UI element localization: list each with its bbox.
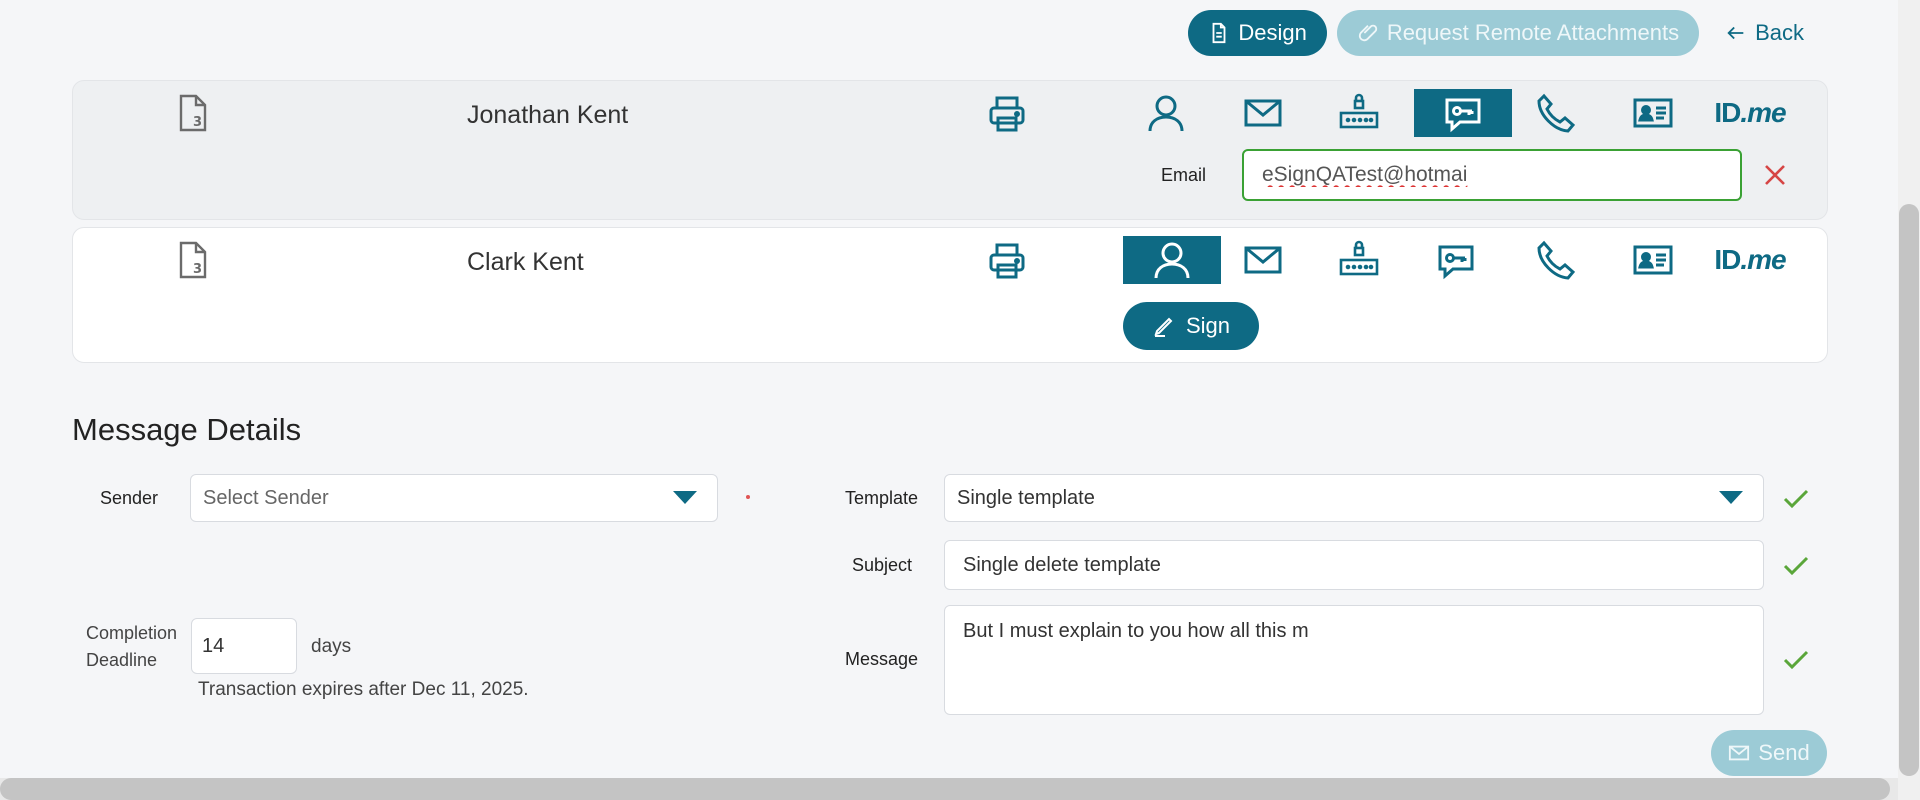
svg-text:3: 3 [193, 262, 202, 277]
design-button[interactable]: Design [1188, 10, 1327, 56]
recipient-card: 3 Clark Kent ID.me Sign [72, 227, 1828, 363]
method-person[interactable] [1117, 89, 1215, 137]
template-select-value: Single template [957, 486, 1095, 509]
method-idme[interactable]: ID.me [1701, 236, 1799, 284]
id-card-icon [1633, 98, 1673, 128]
request-remote-attachments-label: Request Remote Attachments [1386, 20, 1680, 45]
document-number-icon: 3 [179, 241, 207, 279]
recipient-card: 3 Jonathan Kent ID.me Email [72, 80, 1828, 220]
message-textarea-value: But I must explain to you how all this m [963, 620, 1309, 642]
deadline-days-input[interactable]: 14 [191, 618, 297, 674]
method-sms-key[interactable] [1407, 236, 1505, 284]
chevron-down-icon [673, 491, 697, 504]
check-icon [1783, 650, 1809, 670]
method-password[interactable] [1310, 89, 1408, 137]
subject-field-value: Single delete template [963, 553, 1161, 576]
phone-icon [1537, 93, 1576, 133]
envelope-icon [1244, 99, 1282, 127]
svg-text:3: 3 [193, 115, 202, 130]
section-title: Message Details [72, 412, 302, 447]
method-id-card[interactable] [1604, 89, 1702, 137]
person-icon [1154, 242, 1190, 279]
subject-field[interactable]: Single delete template [944, 540, 1764, 590]
method-person[interactable] [1123, 236, 1221, 284]
sign-button-label: Sign [1185, 313, 1231, 338]
message-textarea[interactable]: But I must explain to you how all this m [944, 605, 1764, 715]
envelope-icon [1729, 745, 1750, 761]
message-label: Message [845, 649, 919, 669]
sender-select-value: Select Sender [203, 486, 329, 509]
paperclip-icon [1358, 24, 1377, 42]
back-button[interactable]: Back [1709, 10, 1820, 56]
method-idme[interactable]: ID.me [1701, 89, 1799, 137]
method-phone[interactable] [1507, 236, 1605, 284]
send-button[interactable]: Send [1711, 730, 1827, 776]
phone-icon [1537, 240, 1576, 280]
person-icon [1148, 95, 1184, 132]
sender-label: Sender [100, 488, 159, 508]
back-button-label: Back [1755, 20, 1804, 45]
completion-deadline-label: Completion Deadline [86, 620, 177, 674]
idme-icon: ID.me [1714, 244, 1786, 275]
pen-icon [1154, 317, 1173, 337]
arrow-left-icon [1727, 26, 1744, 40]
method-email[interactable] [1214, 89, 1312, 137]
close-icon[interactable] [1761, 161, 1789, 189]
top-toolbar: Design Request Remote Attachments Back [1188, 10, 1820, 56]
check-icon [1783, 556, 1809, 576]
method-password[interactable] [1310, 236, 1408, 284]
recipient-name: Clark Kent [467, 248, 584, 276]
chat-key-icon [1438, 245, 1474, 280]
vertical-scrollbar-thumb[interactable] [1899, 204, 1919, 776]
horizontal-scrollbar-thumb[interactable] [0, 778, 1890, 800]
send-button-label: Send [1758, 740, 1810, 765]
document-number-icon: 3 [179, 94, 207, 132]
request-remote-attachments-button[interactable]: Request Remote Attachments [1336, 10, 1700, 56]
days-label: days [311, 636, 352, 657]
printer-icon[interactable] [986, 240, 1028, 282]
template-select[interactable]: Single template [944, 474, 1764, 522]
id-card-icon [1633, 245, 1673, 275]
chat-key-icon [1445, 98, 1481, 133]
recipient-name: Jonathan Kent [467, 101, 629, 129]
deadline-days-value: 14 [202, 634, 225, 657]
required-indicator [746, 495, 750, 499]
document-edit-icon [1212, 22, 1226, 44]
method-sms-key[interactable] [1414, 89, 1512, 137]
completion-deadline-label-line1: Completion [86, 623, 178, 643]
expiry-note: Transaction expires after Dec 11, 2025. [198, 679, 529, 700]
completion-deadline-label-line2: Deadline [86, 650, 158, 670]
email-label: Email [1161, 165, 1207, 185]
method-phone[interactable] [1507, 89, 1605, 137]
design-button-label: Design [1238, 20, 1307, 45]
password-lock-icon [1339, 93, 1379, 129]
chevron-down-icon [1719, 491, 1743, 504]
idme-icon: ID.me [1714, 97, 1786, 128]
subject-label: Subject [852, 555, 913, 575]
sender-select[interactable]: Select Sender [190, 474, 718, 522]
email-field[interactable] [1242, 149, 1742, 201]
method-id-card[interactable] [1604, 236, 1702, 284]
sign-button[interactable]: Sign [1123, 302, 1259, 350]
template-label: Template [845, 488, 919, 508]
password-lock-icon [1339, 240, 1379, 276]
check-icon [1783, 489, 1809, 509]
method-email[interactable] [1214, 236, 1312, 284]
printer-icon[interactable] [986, 93, 1028, 135]
envelope-icon [1244, 246, 1282, 274]
